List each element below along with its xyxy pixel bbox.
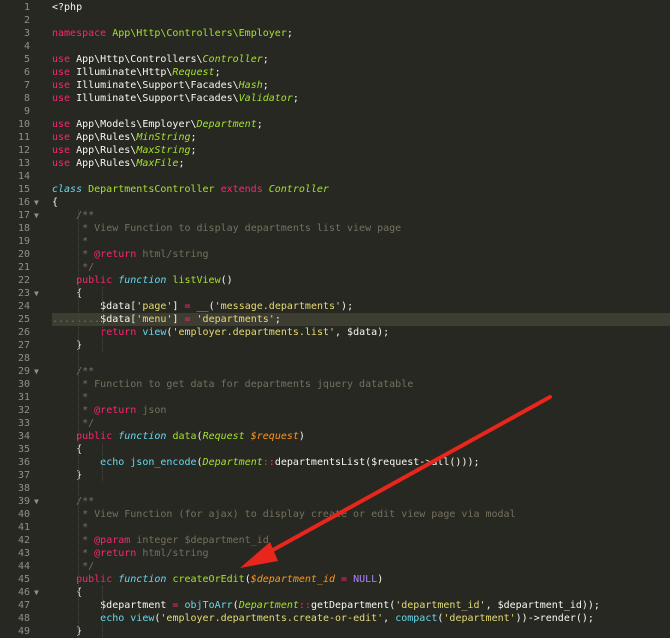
annotation-arrow	[240, 395, 552, 568]
code-editor[interactable]: 1 2 3 4 5 6 7 8 9 10 11 12 13 14 15 16 ▼ 17 ▼ 18 19 20 21 22 23 ▼…	[0, 0, 670, 638]
arrow-shaft	[260, 395, 552, 558]
arrow-head	[240, 542, 278, 568]
